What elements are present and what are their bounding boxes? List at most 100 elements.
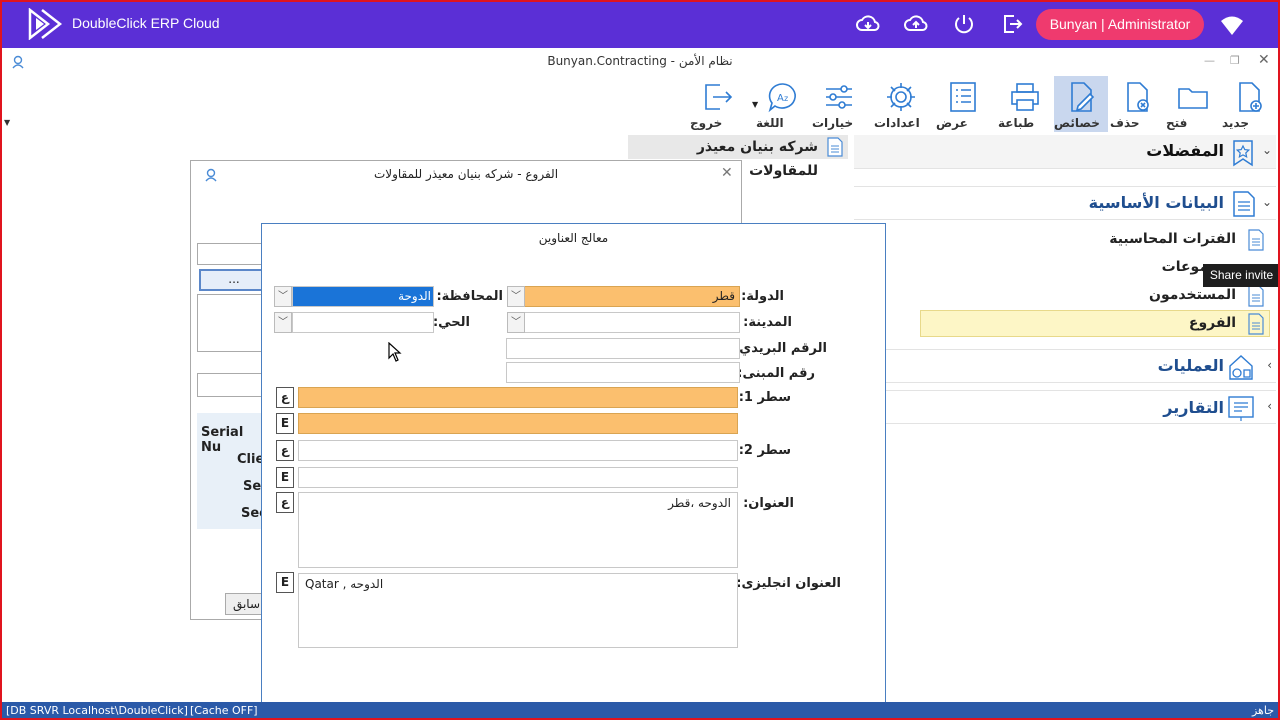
nav-item-accounting-periods[interactable]: الفترات المحاسبية	[1109, 231, 1236, 247]
delete-button[interactable]: حذف	[1110, 76, 1164, 132]
close-window-icon[interactable]: ✕	[1258, 52, 1270, 68]
restore-icon[interactable]: ❐	[1230, 54, 1240, 67]
company-document-icon	[827, 137, 843, 157]
power-icon[interactable]	[952, 12, 976, 36]
minimize-icon[interactable]: —	[1204, 54, 1215, 67]
address-label: العنوان:	[743, 496, 794, 511]
city-label: المدينة:	[743, 315, 792, 330]
building-number-label: رقم المبنى:	[737, 366, 815, 381]
close-icon[interactable]: ✕	[721, 165, 733, 181]
line2-english-button[interactable]: E	[276, 467, 294, 488]
cloud-download-icon[interactable]	[856, 12, 880, 36]
svg-text:z: z	[784, 94, 788, 103]
address-wizard-dialog: معالج العناوين الدولة: قطر ﹀ المحافظة: ا…	[261, 223, 886, 720]
branch-notes-field[interactable]	[197, 294, 267, 352]
line1-arabic-button[interactable]: ع	[276, 387, 294, 408]
security-label: Se	[243, 479, 262, 494]
properties-button[interactable]: خصائص	[1054, 76, 1108, 132]
nav-reports[interactable]: التقارير ‹	[854, 390, 1276, 424]
status-bar: [DB SRVR Localhost\DoubleClick] [Cache O…	[0, 702, 1280, 720]
chevron-left-icon[interactable]: ‹	[1267, 358, 1272, 372]
ellipsis-button[interactable]: ...	[199, 269, 269, 291]
building-number-field[interactable]	[506, 362, 740, 383]
branch-code-field[interactable]	[197, 243, 267, 265]
province-label: المحافظة:	[436, 289, 503, 304]
wifi-icon	[1221, 16, 1243, 35]
line1-arabic-field[interactable]	[298, 387, 738, 408]
nav-favorites[interactable]: المفضلات ⌄	[854, 135, 1276, 169]
line1-label: سطر 1:	[738, 390, 791, 405]
folder-icon	[1178, 88, 1208, 109]
address-english-field[interactable]: Qatar , الدوحه	[298, 573, 738, 648]
list-view-icon	[950, 82, 976, 112]
mouse-cursor-icon	[388, 342, 402, 362]
options-button[interactable]: خيارات	[812, 76, 866, 132]
line2-label: سطر 2:	[738, 443, 791, 458]
delete-document-icon	[1127, 82, 1149, 112]
report-board-icon	[1228, 396, 1254, 421]
settings-button[interactable]: اعدادات	[874, 76, 928, 132]
nav-item-users[interactable]: المستخدمون	[1149, 287, 1236, 303]
line1-english-field[interactable]	[298, 413, 738, 434]
nav-basic-data[interactable]: البيانات الأساسية ⌄	[854, 186, 1276, 220]
nav-operations[interactable]: العمليات ‹	[854, 349, 1276, 383]
chevron-down-icon[interactable]: ▼	[4, 118, 10, 127]
cache-status: [Cache OFF]	[190, 704, 258, 717]
country-select[interactable]: قطر	[524, 286, 740, 307]
line2-arabic-button[interactable]: ع	[276, 440, 294, 461]
company-header: شركه بنيان معيذر للمقاولات	[628, 135, 848, 179]
new-document-icon	[1239, 82, 1262, 112]
postal-code-label: الرقم البريدي:	[734, 341, 827, 356]
nav-item-branches[interactable]: الفروع	[1189, 315, 1236, 331]
ready-status: جاهز	[1251, 704, 1274, 717]
province-dropdown-chevron-icon[interactable]: ﹀	[274, 286, 292, 307]
line1-english-button[interactable]: E	[276, 413, 294, 434]
address-arabic-button[interactable]: ع	[276, 492, 294, 513]
country-label: الدولة:	[741, 289, 784, 304]
security-app-icon	[205, 168, 217, 182]
district-label: الحي:	[432, 315, 470, 330]
user-account-button[interactable]: Bunyan | Administrator	[1036, 9, 1204, 40]
exit-icon	[705, 84, 733, 110]
city-dropdown-chevron-icon[interactable]: ﹀	[507, 312, 525, 333]
view-button[interactable]: عرض	[936, 76, 990, 132]
new-button[interactable]: جديد	[1222, 76, 1276, 132]
exit-button[interactable]: خروج	[690, 76, 744, 132]
country-dropdown-chevron-icon[interactable]: ﹀	[507, 286, 525, 307]
nav-basic-data-label: البيانات الأساسية	[1088, 193, 1224, 212]
address-wizard-title: معالج العناوين	[538, 231, 609, 245]
address-arabic-field[interactable]: الدوحه ،قطر	[298, 492, 738, 568]
english-address-label: العنوان انجليزى:	[736, 576, 841, 591]
line2-arabic-field[interactable]	[298, 440, 738, 461]
translate-icon: Az	[768, 83, 796, 113]
branches-dialog-title: الفروع - شركه بنيان معيذر للمقاولات	[373, 167, 559, 181]
serial-label: Serial Nu	[201, 425, 244, 455]
chevron-down-icon[interactable]: ⌄	[1262, 195, 1272, 209]
gear-icon	[887, 83, 915, 111]
print-button[interactable]: طباعة	[998, 76, 1052, 132]
chevron-down-icon[interactable]: ⌄	[1262, 143, 1272, 157]
district-dropdown-chevron-icon[interactable]: ﹀	[274, 312, 292, 333]
share-invite-tooltip: Share invite	[1203, 264, 1280, 287]
district-select[interactable]	[292, 312, 434, 333]
document-icon	[1248, 229, 1264, 251]
logout-icon[interactable]	[1000, 12, 1024, 36]
branch-extra-field[interactable]	[197, 373, 267, 397]
app-title: DoubleClick ERP Cloud	[72, 15, 220, 31]
db-server-status: [DB SRVR Localhost\DoubleClick]	[6, 704, 188, 717]
doubleclick-logo-icon	[28, 8, 63, 40]
city-select[interactable]	[524, 312, 740, 333]
license-panel: Serial Nu Clie Se Sec	[197, 413, 267, 529]
open-button[interactable]: فتح	[1166, 76, 1220, 132]
postal-code-field[interactable]	[506, 338, 740, 359]
language-button[interactable]: Az اللغة	[756, 76, 810, 132]
province-select[interactable]: الدوحة	[292, 286, 434, 307]
line2-english-field[interactable]	[298, 467, 738, 488]
nav-item-groups[interactable]: موعات	[1162, 259, 1208, 275]
previous-button[interactable]: سابق	[225, 593, 265, 615]
chevron-left-icon[interactable]: ‹	[1267, 399, 1272, 413]
cloud-upload-icon[interactable]	[904, 12, 928, 36]
address-english-button[interactable]: E	[276, 572, 294, 593]
edit-document-icon	[1071, 82, 1095, 112]
language-dropdown-icon[interactable]: ▼	[752, 100, 758, 109]
